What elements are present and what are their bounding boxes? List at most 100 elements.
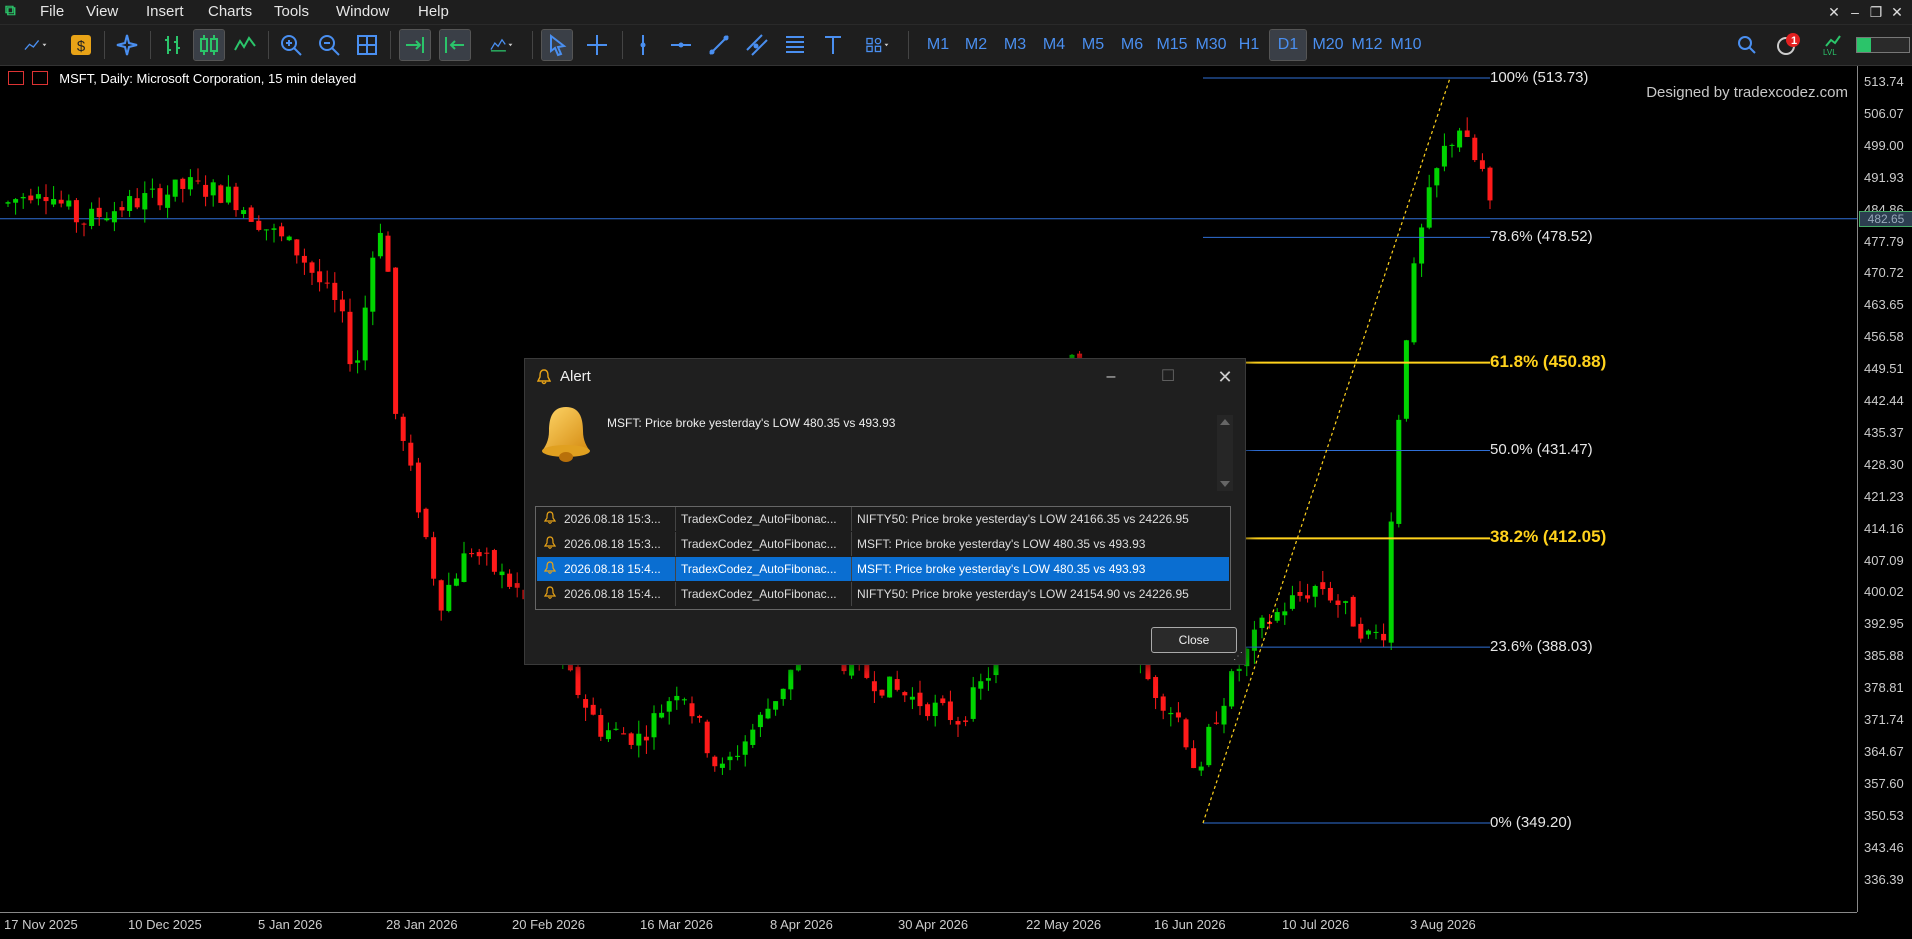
- candle-body: [408, 442, 414, 466]
- bar-chart-icon[interactable]: [158, 30, 188, 60]
- search-icon[interactable]: [1732, 30, 1762, 60]
- tf-m30[interactable]: M30: [1192, 30, 1230, 60]
- candle-body: [750, 729, 756, 745]
- restore-icon[interactable]: ❐: [1867, 3, 1885, 21]
- bell-row-icon: [544, 536, 556, 549]
- tf-m3[interactable]: M3: [997, 30, 1033, 60]
- price-tick-label: 378.81: [1864, 680, 1904, 696]
- resize-grip-icon[interactable]: ⋰: [1233, 652, 1243, 662]
- candle-body: [134, 198, 140, 208]
- price-tick-label: 499.00: [1864, 137, 1904, 153]
- candle-body: [332, 282, 338, 300]
- tf-m2[interactable]: M2: [958, 30, 994, 60]
- pin-icon[interactable]: ✕: [1825, 3, 1843, 21]
- candle-body: [689, 703, 695, 717]
- candle-body: [362, 307, 368, 361]
- vertical-line-icon[interactable]: [628, 30, 658, 60]
- candle-body: [446, 584, 452, 611]
- tf-m10[interactable]: M10: [1387, 30, 1425, 60]
- signals-icon[interactable]: [112, 30, 142, 60]
- candle-body: [1373, 631, 1379, 633]
- auto-scroll-icon[interactable]: [399, 29, 431, 61]
- close-button[interactable]: Close: [1151, 627, 1237, 653]
- dialog-close-icon[interactable]: ✕: [1213, 365, 1237, 389]
- fibonacci-icon[interactable]: [780, 30, 810, 60]
- menu-insert[interactable]: Insert: [146, 0, 184, 24]
- lvl-icon[interactable]: LVL: [1820, 30, 1850, 60]
- candle-body: [165, 194, 171, 208]
- price-tick-label: 428.30: [1864, 456, 1904, 472]
- candle-body: [507, 573, 513, 587]
- cursor-icon[interactable]: [541, 29, 573, 61]
- alert-row-source: TradexCodez_AutoFibonac...: [681, 587, 837, 601]
- tf-h1[interactable]: H1: [1231, 30, 1267, 60]
- chart-shift-icon[interactable]: [439, 29, 471, 61]
- candle-body: [1274, 612, 1280, 621]
- trendline-icon[interactable]: [704, 30, 734, 60]
- candle-body: [81, 223, 87, 225]
- tf-d1[interactable]: D1: [1269, 29, 1307, 61]
- candle-body: [339, 299, 345, 312]
- candle-body: [157, 188, 163, 206]
- trading-dollar-icon[interactable]: $: [66, 30, 96, 60]
- price-tick-label: 350.53: [1864, 807, 1904, 823]
- minimize-icon[interactable]: –: [1846, 3, 1864, 21]
- candle-body: [111, 211, 117, 223]
- tf-m1[interactable]: M1: [920, 30, 956, 60]
- shapes-icon[interactable]: [856, 30, 900, 60]
- candlestick-icon[interactable]: [193, 29, 225, 61]
- indicators-icon[interactable]: [480, 30, 524, 60]
- message-scrollbar[interactable]: [1217, 415, 1233, 491]
- candle-body: [1335, 600, 1341, 605]
- chart-type-line-icon[interactable]: [14, 30, 58, 60]
- tf-m15[interactable]: M15: [1153, 30, 1191, 60]
- alert-row[interactable]: 2026.08.18 15:3... TradexCodez_AutoFibona…: [537, 532, 1229, 556]
- crosshair-icon[interactable]: [582, 30, 612, 60]
- chart-type-icon[interactable]: [31, 71, 48, 85]
- close-window-icon[interactable]: ✕: [1888, 3, 1906, 21]
- candle-body: [5, 202, 11, 204]
- dialog-minimize-icon[interactable]: –: [1099, 365, 1123, 389]
- zoom-out-icon[interactable]: [314, 30, 344, 60]
- alert-row[interactable]: 2026.08.18 15:4... TradexCodez_AutoFibona…: [537, 582, 1229, 606]
- text-tool-icon[interactable]: [818, 30, 848, 60]
- candle-body: [583, 699, 589, 708]
- alert-row[interactable]: 2026.08.18 15:4... TradexCodez_AutoFibona…: [537, 557, 1229, 581]
- tf-m20[interactable]: M20: [1309, 30, 1347, 60]
- menu-file[interactable]: File: [40, 0, 64, 24]
- price-axis[interactable]: 513.74 506.07 499.00 491.93 484.86 477.79 470.…: [1857, 66, 1912, 912]
- candle-body: [172, 179, 178, 197]
- time-axis[interactable]: 17 Nov 2025 10 Dec 2025 5 Jan 2026 28 Jan 2…: [0, 912, 1857, 939]
- candle-body: [438, 580, 444, 611]
- candle-body: [704, 721, 710, 754]
- tf-m5[interactable]: M5: [1075, 30, 1111, 60]
- tile-windows-icon[interactable]: [352, 30, 382, 60]
- level-meter: [1856, 37, 1910, 53]
- candle-body: [1411, 263, 1417, 343]
- chart-menu-icon[interactable]: [8, 71, 24, 85]
- menu-window[interactable]: Window: [336, 0, 389, 24]
- menu-help[interactable]: Help: [418, 0, 449, 24]
- candle-body: [377, 232, 383, 257]
- candle-body: [1191, 748, 1197, 769]
- alert-history-list[interactable]: 2026.08.18 15:3... TradexCodez_AutoFibona…: [535, 506, 1231, 610]
- alert-titlebar[interactable]: Alert – ☐ ✕: [525, 359, 1245, 395]
- menu-tools[interactable]: Tools: [274, 0, 309, 24]
- candle-body: [1479, 160, 1485, 169]
- candle-body: [590, 704, 596, 715]
- candle-body: [1441, 145, 1447, 167]
- tf-m4[interactable]: M4: [1036, 30, 1072, 60]
- candle-body: [43, 197, 49, 202]
- notifications-icon[interactable]: 1: [1772, 30, 1802, 60]
- alert-row[interactable]: 2026.08.18 15:3... TradexCodez_AutoFibona…: [537, 507, 1229, 531]
- tf-m6[interactable]: M6: [1114, 30, 1150, 60]
- horizontal-line-icon[interactable]: [666, 30, 696, 60]
- menu-charts[interactable]: Charts: [208, 0, 252, 24]
- menu-bar: ⧉ File View Insert Charts Tools Window H…: [0, 0, 1912, 25]
- channel-icon[interactable]: [742, 30, 772, 60]
- menu-view[interactable]: View: [86, 0, 118, 24]
- zoom-in-icon[interactable]: [276, 30, 306, 60]
- candle-body: [1282, 611, 1288, 616]
- line-chart-icon[interactable]: [230, 30, 260, 60]
- tf-m12[interactable]: M12: [1348, 30, 1386, 60]
